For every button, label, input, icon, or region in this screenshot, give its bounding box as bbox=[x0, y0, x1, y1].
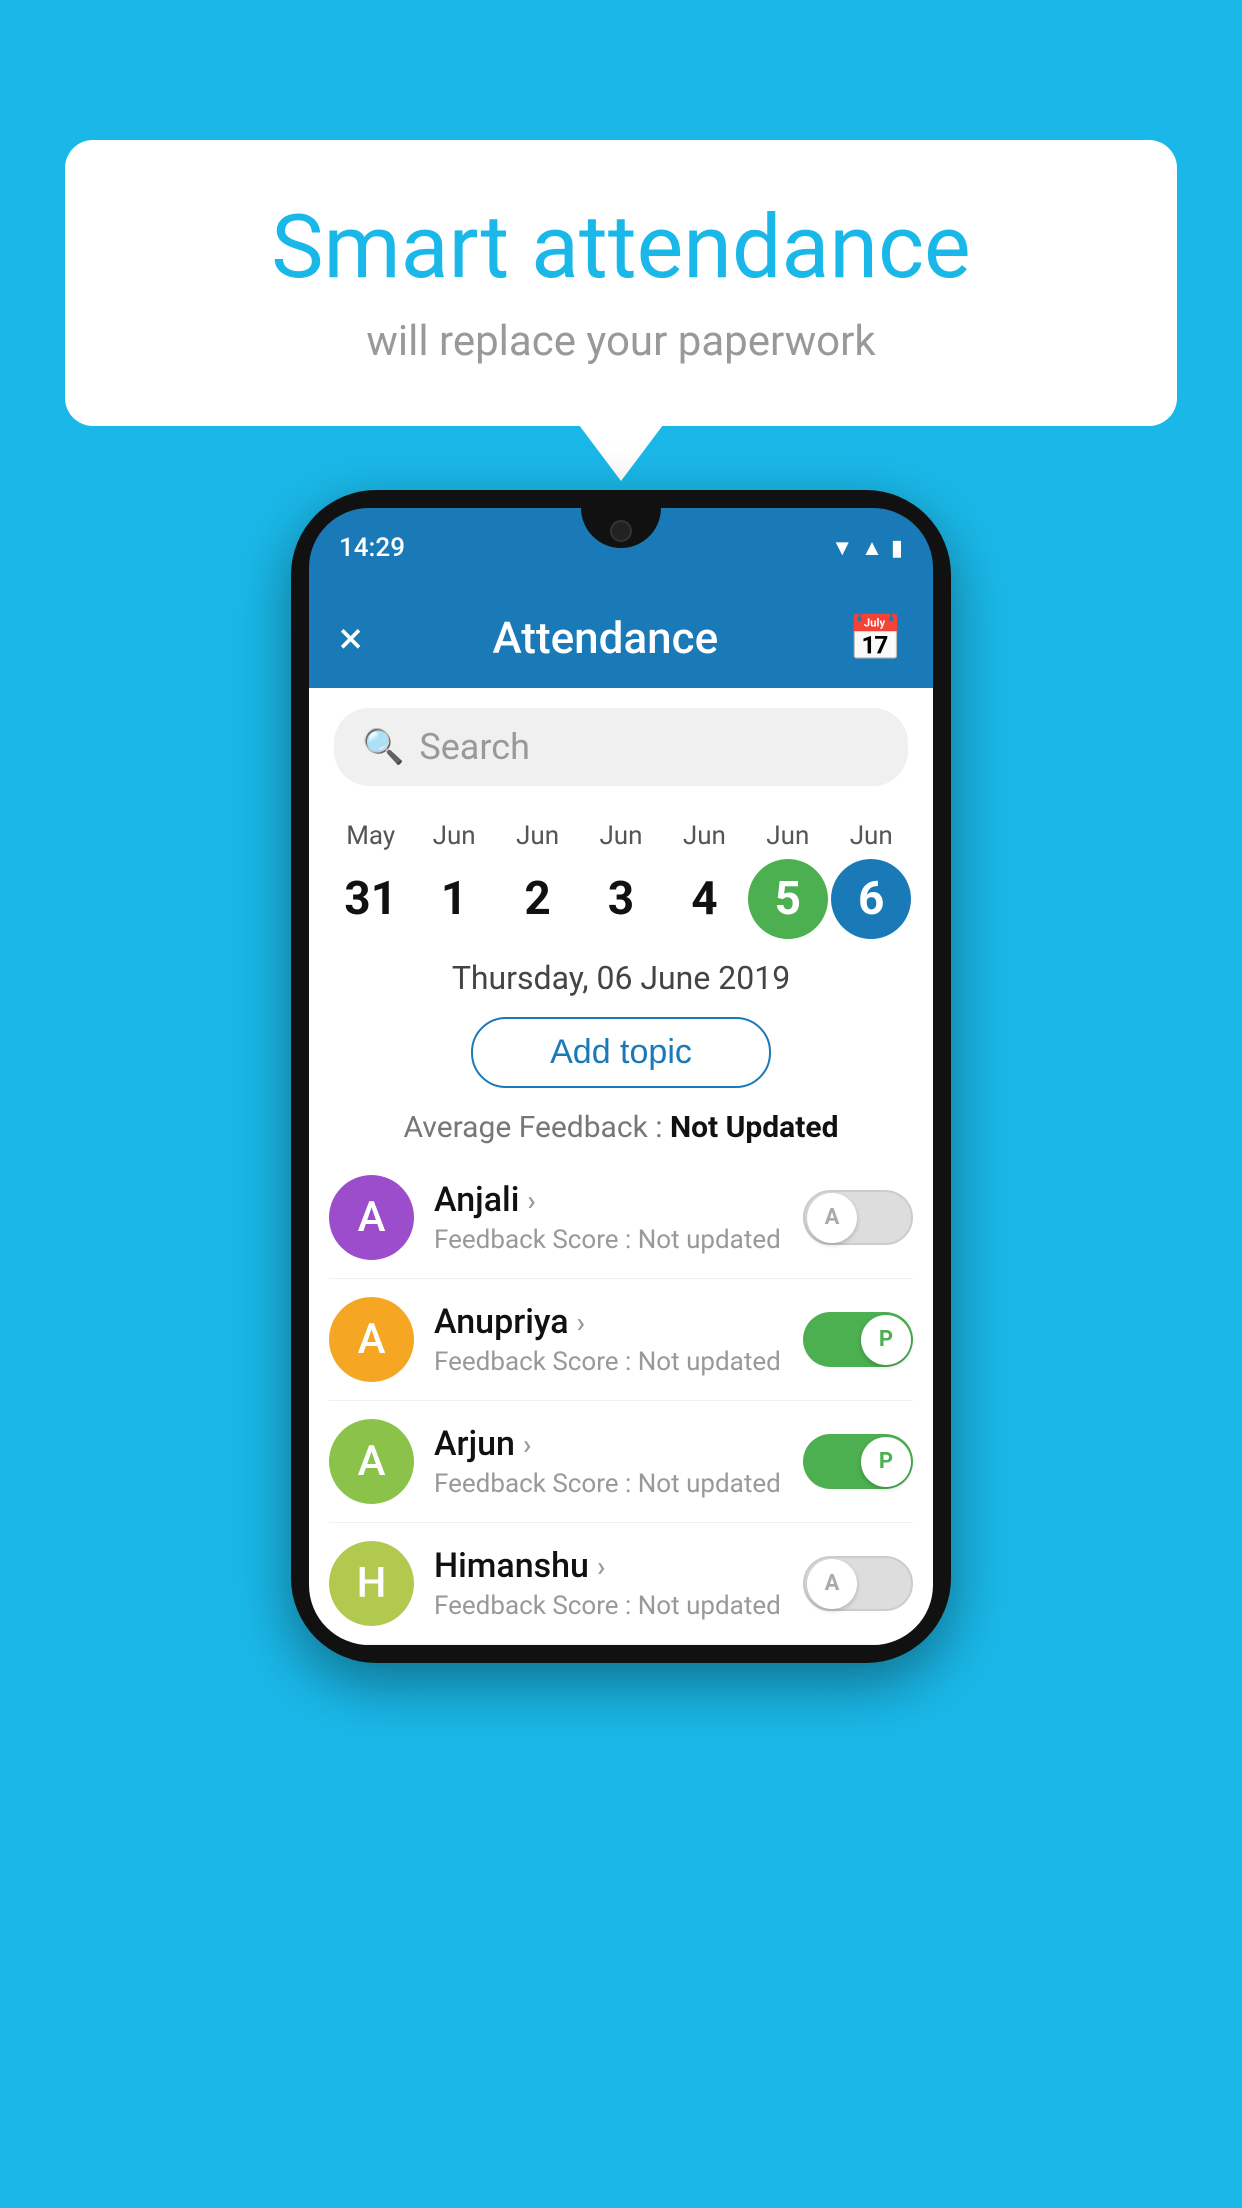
student-name-1: Anupriya › bbox=[434, 1302, 783, 1342]
search-placeholder: Search bbox=[419, 726, 530, 768]
calendar-day-1[interactable]: Jun 1 bbox=[414, 821, 494, 939]
notch-cutout bbox=[581, 508, 661, 548]
toggle-track-3: A bbox=[803, 1556, 913, 1611]
cal-month-label: May bbox=[346, 821, 395, 851]
front-camera bbox=[610, 520, 632, 542]
status-bar: 14:29 ▼ ▲ ▮ bbox=[309, 508, 933, 588]
toggle-2[interactable]: P bbox=[803, 1434, 913, 1489]
calendar-day-2[interactable]: Jun 2 bbox=[498, 821, 578, 939]
cal-num-label: 5 bbox=[748, 859, 828, 939]
chevron-icon: › bbox=[597, 1550, 605, 1583]
phone-screen: 🔍 Search May 31 Jun 1 Jun 2 Jun 3 Jun 4 Jun 5 Jun 6 T… bbox=[309, 688, 933, 1645]
toggle-thumb-2: P bbox=[861, 1437, 911, 1487]
app-bar: × Attendance 📅 bbox=[309, 588, 933, 688]
student-avatar-0: A bbox=[329, 1175, 414, 1260]
avg-feedback-label: Average Feedback : bbox=[404, 1110, 670, 1145]
toggle-track-1: P bbox=[803, 1312, 913, 1367]
search-icon: 🔍 bbox=[362, 727, 404, 767]
chevron-icon: › bbox=[523, 1428, 531, 1461]
student-name-3: Himanshu › bbox=[434, 1546, 783, 1586]
feedback-score-3: Feedback Score : Not updated bbox=[434, 1591, 783, 1621]
cal-num-label: 1 bbox=[414, 859, 494, 939]
battery-icon: ▮ bbox=[891, 536, 903, 561]
toggle-thumb-3: A bbox=[807, 1559, 857, 1609]
signal-icon: ▲ bbox=[861, 535, 883, 561]
cal-month-label: Jun bbox=[850, 821, 893, 851]
cal-month-label: Jun bbox=[683, 821, 726, 851]
speech-bubble: Smart attendance will replace your paper… bbox=[65, 140, 1177, 426]
toggle-thumb-1: P bbox=[861, 1315, 911, 1365]
cal-num-label: 4 bbox=[664, 859, 744, 939]
student-item-2[interactable]: A Arjun › Feedback Score : Not updated P bbox=[329, 1401, 913, 1523]
cal-num-label: 3 bbox=[581, 859, 661, 939]
avg-feedback: Average Feedback : Not Updated bbox=[309, 1098, 933, 1157]
toggle-0[interactable]: A bbox=[803, 1190, 913, 1245]
cal-num-label: 31 bbox=[331, 859, 411, 939]
student-avatar-3: H bbox=[329, 1541, 414, 1626]
selected-date-label: Thursday, 06 June 2019 bbox=[309, 944, 933, 1007]
wifi-icon: ▼ bbox=[831, 535, 853, 561]
bubble-subtitle: will replace your paperwork bbox=[135, 317, 1107, 366]
student-info-0: Anjali › Feedback Score : Not updated bbox=[434, 1180, 783, 1255]
student-item-3[interactable]: H Himanshu › Feedback Score : Not updated A bbox=[329, 1523, 913, 1645]
student-name-0: Anjali › bbox=[434, 1180, 783, 1220]
cal-month-label: Jun bbox=[599, 821, 642, 851]
chevron-icon: › bbox=[577, 1306, 585, 1339]
phone-frame: 14:29 ▼ ▲ ▮ × Attendance 📅 🔍 Search bbox=[291, 490, 951, 1663]
calendar-row: May 31 Jun 1 Jun 2 Jun 3 Jun 4 Jun 5 Jun 6 bbox=[309, 806, 933, 944]
feedback-score-2: Feedback Score : Not updated bbox=[434, 1469, 783, 1499]
speech-bubble-container: Smart attendance will replace your paper… bbox=[65, 140, 1177, 426]
toggle-track-0: A bbox=[803, 1190, 913, 1245]
status-icons: ▼ ▲ ▮ bbox=[831, 535, 903, 561]
toggle-track-2: P bbox=[803, 1434, 913, 1489]
cal-num-label: 6 bbox=[831, 859, 911, 939]
student-avatar-2: A bbox=[329, 1419, 414, 1504]
search-bar[interactable]: 🔍 Search bbox=[334, 708, 908, 786]
toggle-1[interactable]: P bbox=[803, 1312, 913, 1367]
toggle-3[interactable]: A bbox=[803, 1556, 913, 1611]
student-info-1: Anupriya › Feedback Score : Not updated bbox=[434, 1302, 783, 1377]
feedback-score-1: Feedback Score : Not updated bbox=[434, 1347, 783, 1377]
student-item-0[interactable]: A Anjali › Feedback Score : Not updated A bbox=[329, 1157, 913, 1279]
toggle-thumb-0: A bbox=[807, 1193, 857, 1243]
add-topic-button[interactable]: Add topic bbox=[471, 1017, 771, 1088]
bubble-title: Smart attendance bbox=[135, 200, 1107, 297]
cal-month-label: Jun bbox=[433, 821, 476, 851]
feedback-score-0: Feedback Score : Not updated bbox=[434, 1225, 783, 1255]
close-button[interactable]: × bbox=[339, 612, 362, 664]
calendar-day-5[interactable]: Jun 5 bbox=[748, 821, 828, 939]
student-list: AAnjali ›Feedback Score : Not updatedAAA… bbox=[309, 1157, 933, 1645]
calendar-day-3[interactable]: Jun 3 bbox=[581, 821, 661, 939]
calendar-day-6[interactable]: Jun 6 bbox=[831, 821, 911, 939]
student-info-2: Arjun › Feedback Score : Not updated bbox=[434, 1424, 783, 1499]
cal-num-label: 2 bbox=[498, 859, 578, 939]
student-avatar-1: A bbox=[329, 1297, 414, 1382]
app-bar-title: Attendance bbox=[492, 612, 718, 664]
student-item-1[interactable]: A Anupriya › Feedback Score : Not updated P bbox=[329, 1279, 913, 1401]
student-info-3: Himanshu › Feedback Score : Not updated bbox=[434, 1546, 783, 1621]
chevron-icon: › bbox=[527, 1184, 535, 1217]
status-time: 14:29 bbox=[339, 533, 405, 563]
avg-feedback-value: Not Updated bbox=[670, 1110, 839, 1145]
calendar-day-0[interactable]: May 31 bbox=[331, 821, 411, 939]
calendar-button[interactable]: 📅 bbox=[848, 612, 903, 664]
cal-month-label: Jun bbox=[516, 821, 559, 851]
phone-container: 14:29 ▼ ▲ ▮ × Attendance 📅 🔍 Search bbox=[291, 490, 951, 1663]
student-name-2: Arjun › bbox=[434, 1424, 783, 1464]
cal-month-label: Jun bbox=[766, 821, 809, 851]
calendar-day-4[interactable]: Jun 4 bbox=[664, 821, 744, 939]
